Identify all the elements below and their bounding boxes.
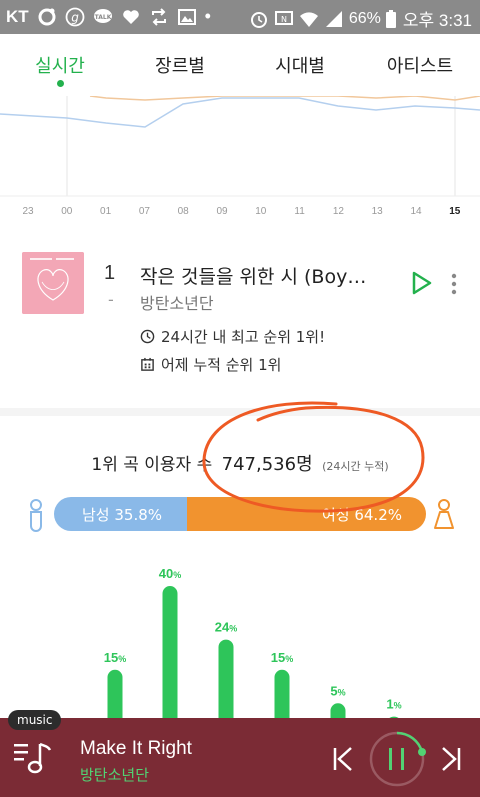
play-icon[interactable]: [408, 270, 434, 296]
age-bar-value-label: 15%: [271, 650, 293, 665]
x-axis-tick-label: 01: [100, 206, 112, 217]
x-axis-tick-label: 10: [255, 206, 267, 217]
age-bar-value-label: 5%: [330, 683, 345, 698]
age-bar-chart: 15% 40% 24% 15% 5% 1%: [0, 550, 480, 720]
more-notifications-icon: •: [204, 6, 211, 26]
x-axis-tick-label: 23: [22, 206, 34, 217]
pause-button[interactable]: [368, 730, 426, 788]
male-icon: [30, 499, 42, 532]
tab-era[interactable]: 시대별: [240, 34, 360, 96]
next-track-icon[interactable]: [440, 746, 462, 772]
male-share-label: 남성 35.8%: [82, 505, 163, 524]
svg-text:g: g: [71, 10, 79, 24]
previous-track-icon[interactable]: [332, 746, 354, 772]
status-right: N 66% 오후 3:31: [249, 6, 472, 31]
svg-text:TALK: TALK: [94, 14, 111, 21]
age-bar-value-label: 40%: [159, 566, 181, 581]
now-playing-title[interactable]: Make It Right: [80, 738, 192, 760]
x-axis-labels: 23 00 01 07 08 09 10 11 12 13 14 15: [22, 206, 460, 217]
status-left: KT g TALK •: [6, 6, 211, 27]
x-axis-tick-label: 14: [410, 206, 422, 217]
cumulative-rank-text: 어제 누적 순위 1위: [161, 356, 282, 374]
wifi-icon: [299, 11, 318, 27]
clock: 오후 3:31: [402, 11, 472, 30]
camera-status-icon: [38, 8, 56, 25]
age-bar: [107, 669, 123, 720]
song-artist[interactable]: 방탄소년단: [140, 290, 214, 314]
trend-line-blue: [0, 97, 480, 128]
album-art[interactable]: [22, 252, 84, 314]
rank-trend-chart: 23 00 01 07 08 09 10 11 12 13 14 15: [0, 96, 480, 226]
tab-realtime[interactable]: 실시간: [0, 34, 120, 96]
signal-icon: [325, 10, 342, 27]
g-app-icon: g: [65, 7, 85, 26]
listener-stats-label: 1위 곡 이용자 수: [91, 455, 213, 475]
age-bar-value-label: 24%: [215, 620, 237, 635]
x-axis-tick-label: 08: [178, 206, 190, 217]
clock-icon: [140, 329, 155, 344]
alarm-icon: [250, 11, 267, 28]
age-bar: [274, 669, 290, 720]
svg-text:N: N: [281, 15, 287, 24]
age-bar-chart-svg: 15% 40% 24% 15% 5% 1%: [104, 566, 402, 720]
battery-icon: [385, 9, 396, 28]
heart-icon: [122, 9, 139, 24]
rank-change: -: [108, 290, 114, 309]
tab-label: 아티스트: [386, 56, 454, 77]
more-options-icon[interactable]: [446, 272, 462, 296]
x-axis-tick-label: 00: [61, 206, 73, 217]
female-icon: [434, 499, 454, 529]
song-rank: 1: [104, 262, 116, 284]
music-badge: music: [8, 710, 62, 730]
best-rank-text: 24시간 내 최고 순위 1위!: [161, 328, 326, 346]
tab-label: 시대별: [275, 56, 325, 77]
tab-genre[interactable]: 장르별: [120, 34, 240, 96]
tab-label: 실시간: [35, 56, 85, 77]
talk-icon: TALK: [93, 8, 112, 23]
song-title[interactable]: 작은 것들을 위한 시 (Boy…: [140, 262, 385, 289]
x-axis-tick-label: 11: [294, 206, 305, 217]
repeat-icon: [151, 7, 166, 26]
carrier-label: KT: [6, 6, 29, 26]
x-axis-tick-label: 09: [216, 206, 228, 217]
tab-artist[interactable]: 아티스트: [360, 34, 480, 96]
album-art-graphic: [22, 252, 84, 314]
age-bar: [162, 586, 178, 720]
mini-player[interactable]: Make It Right 방탄소년단: [0, 718, 480, 797]
chart-tabs: 실시간 장르별 시대별 아티스트: [0, 34, 480, 96]
x-axis-tick-label: 13: [372, 206, 384, 217]
cumulative-rank-info: 어제 누적 순위 1위: [140, 354, 281, 375]
image-icon: [177, 8, 196, 25]
song-row[interactable]: 1 - 작은 것들을 위한 시 (Boy… 방탄소년단 24시간 내 최고 순위…: [0, 226, 480, 406]
rank-trend-svg: 23 00 01 07 08 09 10 11 12 13 14 15: [0, 96, 480, 217]
tab-label: 장르별: [155, 56, 205, 77]
male-share-bar: 남성 35.8%: [54, 497, 188, 531]
now-playing-artist[interactable]: 방탄소년단: [80, 764, 149, 785]
age-bar-value-label: 1%: [386, 697, 401, 712]
best-rank-info: 24시간 내 최고 순위 1위!: [140, 326, 325, 347]
status-bar: KT g TALK • N 66% 오후 3:31: [0, 0, 480, 34]
x-axis-tick-label: 12: [333, 206, 345, 217]
age-bar-value-label: 15%: [104, 650, 126, 665]
hand-drawn-circle-annotation: [202, 401, 425, 513]
nfc-icon: N: [274, 10, 293, 25]
age-bar: [218, 639, 234, 720]
playlist-icon[interactable]: [14, 740, 54, 776]
x-axis-tick-label: 15: [449, 206, 461, 217]
battery-percent: 66%: [348, 9, 381, 27]
active-tab-indicator: [57, 80, 64, 87]
x-axis-tick-label: 07: [139, 206, 151, 217]
calendar-icon: [141, 357, 154, 371]
